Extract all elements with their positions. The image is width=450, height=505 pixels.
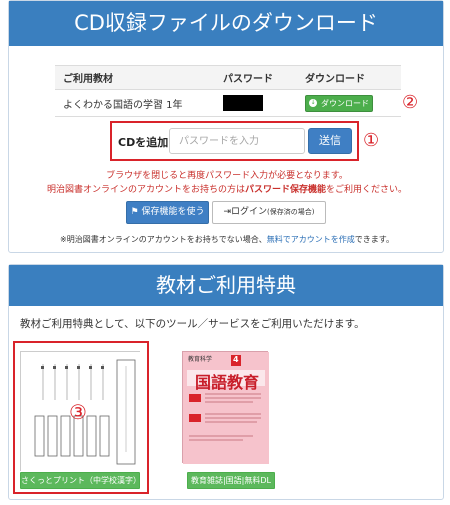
login-button-note: (保存済の場合) (267, 208, 315, 216)
password-input[interactable] (169, 128, 305, 154)
login-icon: ⇥ (223, 207, 232, 217)
send-button[interactable]: 送信 (308, 128, 352, 154)
annotation-3: ③ (69, 400, 87, 424)
warning-line-1: ブラウザを閉じると再度パスワード入力が必要となります。 (106, 171, 348, 181)
column-header-material: ご利用教材 (55, 65, 215, 90)
download-button[interactable]: ↓ ダウンロード (305, 94, 373, 112)
password-mask (223, 95, 263, 111)
add-cd-label: CDを追加: (118, 136, 173, 149)
panel-title-benefits: 教材ご利用特典 (9, 265, 443, 306)
note-prefix: ※明治図書オンラインのアカウントをお持ちでない場合、 (60, 235, 267, 244)
warning-line-2-suffix: をご利用ください。 (326, 185, 408, 195)
table-header-row: ご利用教材 パスワード ダウンロード (55, 65, 401, 90)
save-feature-button[interactable]: ⚑ 保存機能を使う (126, 201, 209, 224)
save-button-label: 保存機能を使う (141, 207, 205, 217)
note-suffix: できます。 (354, 235, 394, 244)
warning-line-2: 明治図書オンラインのアカウントをお持ちの方はパスワード保存機能をご利用ください。 (9, 182, 445, 195)
warning-line-2-bold: パスワード保存機能 (244, 185, 326, 195)
material-name: よくわかる国語の学習 1年 (55, 89, 215, 117)
cd-table: ご利用教材 パスワード ダウンロード よくわかる国語の学習 1年 ↓ ダウンロー… (55, 65, 401, 117)
account-note: ※明治図書オンラインのアカウントをお持ちでない場合、無料でアカウントを作成できま… (9, 234, 445, 245)
annotation-2: ② (402, 92, 419, 113)
cd-download-panel: CD収録ファイルのダウンロード ご利用教材 パスワード ダウンロード よくわかる… (8, 0, 444, 253)
magazine-thumbnail[interactable]: 教育科学 4 国語教育 (182, 351, 269, 464)
table-row: よくわかる国語の学習 1年 ↓ ダウンロード (55, 89, 401, 117)
create-account-link[interactable]: 無料でアカウントを作成 (267, 235, 355, 244)
warning-line-2-prefix: 明治図書オンラインのアカウントをお持ちの方は (46, 185, 245, 195)
login-button-label: ログイン (231, 207, 268, 217)
download-icon: ↓ (309, 99, 317, 107)
magazine-title: 国語教育 (194, 373, 259, 392)
annotation-1: ① (363, 130, 380, 151)
sakutto-print-button[interactable]: さくっとプリント（中学校漢字） (20, 472, 141, 489)
panel-title-cd-download: CD収録ファイルのダウンロード (9, 1, 443, 46)
column-header-download: ダウンロード (297, 65, 401, 90)
column-header-password: パスワード (215, 65, 297, 90)
login-button[interactable]: ⇥ログイン(保存済の場合) (212, 201, 326, 224)
magazine-top-label: 教育科学 (188, 356, 213, 363)
magazine-download-button[interactable]: 教育雑誌|国語|無料DL (187, 472, 275, 489)
magazine-month: 4 (233, 355, 239, 364)
download-button-label: ダウンロード (321, 98, 369, 108)
save-icon: ⚑ (130, 207, 142, 217)
benefits-panel: 教材ご利用特典 教材ご利用特典として、以下のツール／サービスをご利用いただけます… (8, 264, 444, 500)
benefits-intro: 教材ご利用特典として、以下のツール／サービスをご利用いただけます。 (20, 318, 365, 330)
